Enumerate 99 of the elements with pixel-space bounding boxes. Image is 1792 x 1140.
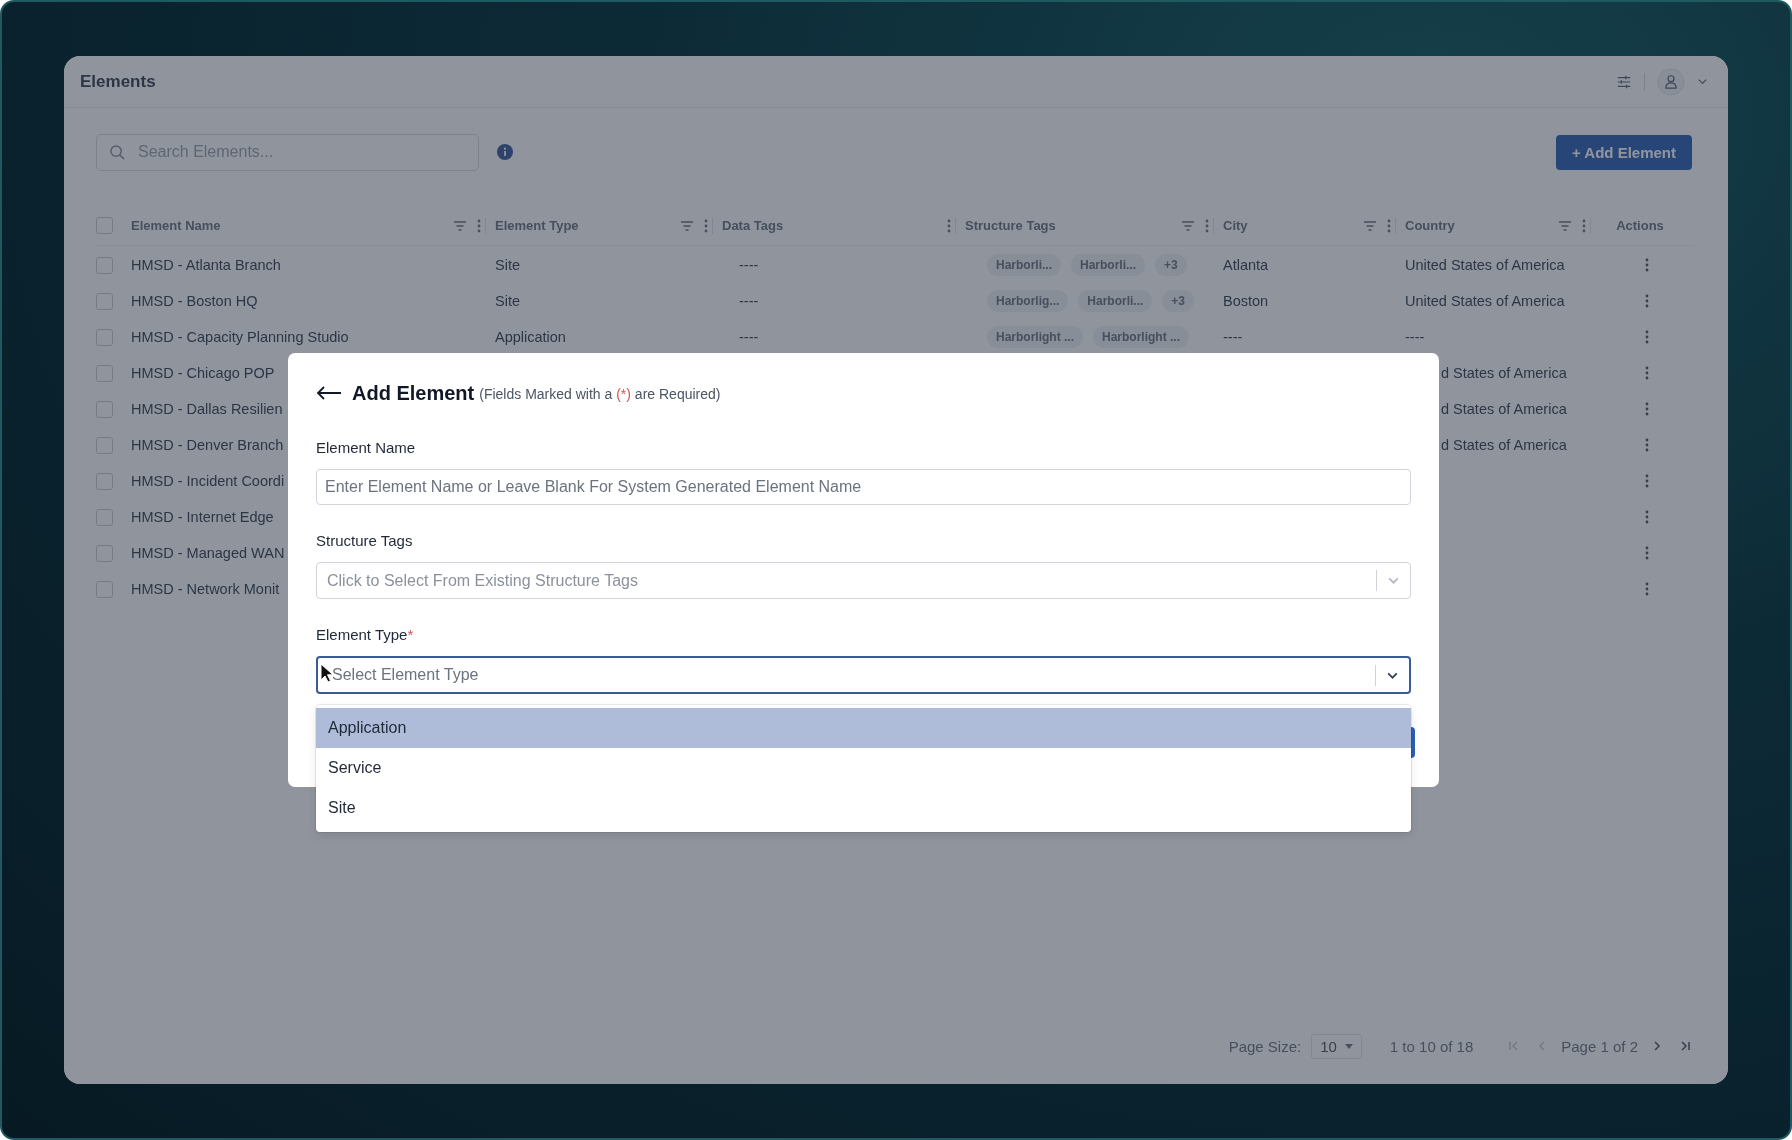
more-tags-count: +3	[1162, 290, 1195, 312]
filter-icon[interactable]	[1181, 219, 1195, 232]
row-checkbox[interactable]	[96, 472, 113, 490]
column-header: Country	[1405, 218, 1455, 233]
dropdown-option[interactable]: Service	[316, 748, 1411, 788]
settings-icon[interactable]	[1616, 73, 1632, 90]
user-avatar-icon[interactable]	[1657, 67, 1685, 96]
filter-icon[interactable]	[1558, 219, 1572, 232]
element-type: Site	[495, 257, 520, 273]
country: d States of America	[1441, 437, 1567, 453]
row-checkbox[interactable]	[96, 256, 113, 274]
element-name: HMSD - Managed WAN	[131, 545, 285, 561]
element-type: Application	[495, 329, 566, 345]
column-menu-icon[interactable]	[477, 218, 481, 233]
row-actions-icon[interactable]	[1645, 582, 1649, 596]
filter-icon[interactable]	[453, 219, 467, 232]
column-header: Structure Tags	[965, 218, 1056, 233]
mouse-pointer-icon	[320, 663, 334, 683]
column-header: Actions	[1616, 218, 1664, 233]
structure-tag: Harborli...	[1078, 290, 1153, 312]
column-header: City	[1223, 218, 1248, 233]
row-checkbox[interactable]	[96, 364, 113, 382]
row-checkbox[interactable]	[96, 400, 113, 418]
page-size-select[interactable]: 10	[1311, 1033, 1362, 1059]
city: ----	[1223, 329, 1243, 345]
column-header: Element Name	[131, 218, 221, 233]
row-checkbox[interactable]	[96, 580, 113, 598]
add-element-button[interactable]: + Add Element	[1555, 134, 1692, 170]
field-label: Structure Tags	[316, 531, 414, 551]
select-field[interactable]: Select Element Type	[316, 656, 1411, 694]
select-field[interactable]: Click to Select From Existing Structure Tags	[316, 562, 1411, 599]
search-icon	[109, 143, 126, 161]
element-name: HMSD - Capacity Planning Studio	[131, 329, 349, 345]
more-tags-count: +3	[1155, 254, 1187, 276]
back-arrow-icon[interactable]	[316, 386, 342, 400]
structure-tag: Harborli...	[1071, 254, 1146, 276]
structure-tag: Harborlight ...	[987, 326, 1083, 348]
city: Atlanta	[1223, 257, 1269, 273]
row-checkbox[interactable]	[96, 544, 113, 562]
element-type: Site	[495, 293, 520, 309]
data-tags: ----	[739, 329, 759, 345]
page-size-label: Page Size:	[1228, 1037, 1302, 1055]
select-all-checkbox[interactable]	[96, 217, 113, 234]
field-label: Element Name	[316, 438, 417, 458]
structure-tag: Harborlig...	[987, 290, 1069, 312]
filter-icon[interactable]	[680, 219, 694, 232]
required-fields-note: (Fields Marked with a (*) are Required)	[479, 385, 721, 402]
country: United States of America	[1405, 257, 1565, 273]
city: Boston	[1223, 293, 1269, 309]
element-name: HMSD - Dallas Resilien	[131, 401, 283, 417]
element-name: HMSD - Chicago POP	[131, 365, 275, 381]
column-header: Data Tags	[722, 218, 784, 233]
data-tags: ----	[739, 257, 759, 273]
column-menu-icon[interactable]	[1387, 218, 1391, 233]
country: ----	[1405, 329, 1425, 345]
next-page-icon[interactable]	[1651, 1040, 1663, 1052]
row-actions-icon[interactable]	[1645, 366, 1649, 380]
row-actions-icon[interactable]	[1645, 438, 1649, 452]
row-actions-icon[interactable]	[1645, 402, 1649, 416]
chevron-down-icon[interactable]	[1697, 76, 1708, 87]
row-actions-icon[interactable]	[1645, 474, 1649, 488]
column-menu-icon[interactable]	[704, 218, 708, 233]
row-checkbox[interactable]	[96, 292, 113, 310]
country: United States of America	[1405, 293, 1565, 309]
element-name: HMSD - Boston HQ	[131, 293, 258, 309]
row-checkbox[interactable]	[96, 508, 113, 526]
data-tags: ----	[739, 293, 759, 309]
row-range: 1 to 10 of 18	[1389, 1037, 1474, 1055]
column-header: Element Type	[495, 218, 579, 233]
row-checkbox[interactable]	[96, 436, 113, 454]
column-menu-icon[interactable]	[947, 218, 951, 233]
info-icon[interactable]	[497, 144, 513, 160]
dropdown-option[interactable]: Site	[316, 788, 1411, 828]
row-actions-icon[interactable]	[1645, 294, 1649, 308]
element-name: HMSD - Atlanta Branch	[131, 257, 281, 273]
row-actions-icon[interactable]	[1645, 510, 1649, 524]
field-label: Element Type*	[316, 625, 415, 645]
page-indicator: Page 1 of 2	[1561, 1037, 1638, 1055]
last-page-icon[interactable]	[1679, 1040, 1691, 1052]
column-menu-icon[interactable]	[1582, 218, 1586, 233]
element-name: HMSD - Internet Edge	[131, 509, 274, 525]
row-checkbox[interactable]	[96, 328, 113, 346]
country: d States of America	[1441, 365, 1567, 381]
row-actions-icon[interactable]	[1645, 258, 1649, 272]
column-menu-icon[interactable]	[1205, 218, 1209, 233]
country: d States of America	[1441, 401, 1567, 417]
page-title: Elements	[80, 71, 156, 92]
row-actions-icon[interactable]	[1645, 546, 1649, 560]
dialog-title: Add Element	[352, 381, 475, 405]
structure-tag: Harborlight ...	[1093, 326, 1189, 348]
element-name: HMSD - Incident Coordi	[131, 473, 285, 489]
dropdown-caret-icon	[1344, 1043, 1353, 1049]
element-name: HMSD - Network Monit	[131, 581, 280, 597]
element-name-input[interactable]: Enter Element Name or Leave Blank For System Generated Element Name	[316, 469, 1411, 505]
dropdown-option[interactable]: Application	[316, 708, 1411, 748]
filter-icon[interactable]	[1363, 219, 1377, 232]
element-name: HMSD - Denver Branch	[131, 437, 284, 453]
row-actions-icon[interactable]	[1645, 330, 1649, 344]
structure-tag: Harborli...	[987, 254, 1061, 276]
